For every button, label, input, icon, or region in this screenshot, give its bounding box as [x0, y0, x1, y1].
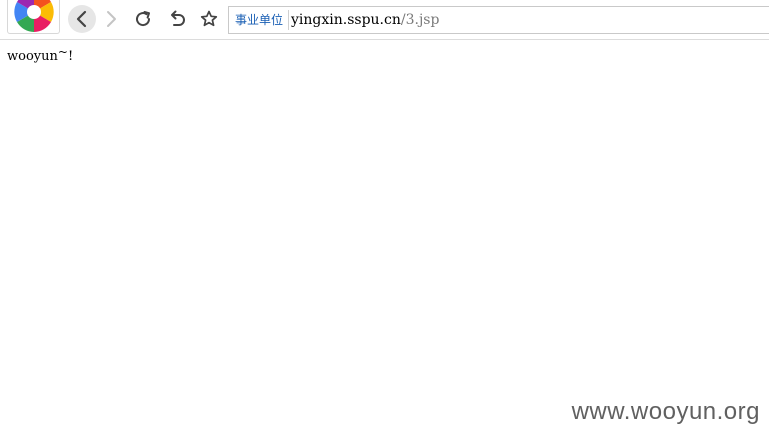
undo-close-tab-button[interactable] [163, 5, 191, 33]
content-word: wooyun [7, 49, 58, 64]
forward-button[interactable] [97, 5, 125, 33]
url-path: /3.jsp [400, 12, 440, 28]
content-tilde: ~ [57, 45, 68, 59]
url-host: yingxin.sspu.cn [291, 12, 401, 28]
chevron-right-icon [107, 11, 116, 27]
undo-icon [171, 10, 185, 26]
address-bar[interactable]: 事业单位 yingxin.sspu.cn/3.jsp [228, 6, 769, 34]
page-content-text: wooyun~! [7, 45, 74, 64]
address-separator [288, 10, 289, 30]
reload-icon [136, 11, 151, 27]
cert-badge[interactable]: 事业单位 [235, 12, 283, 28]
chevron-left-icon [76, 10, 87, 28]
browser-toolbar: 事业单位 yingxin.sspu.cn/3.jsp [0, 0, 769, 40]
reload-button[interactable] [129, 5, 157, 33]
url-text[interactable]: yingxin.sspu.cn/3.jsp [291, 11, 439, 29]
favorite-button[interactable] [195, 5, 223, 33]
browser-window: 事业单位 yingxin.sspu.cn/3.jsp wooyun~! www.… [0, 0, 769, 441]
watermark: www.wooyun.org [571, 398, 760, 425]
back-button[interactable] [68, 5, 96, 33]
content-exclamation: ! [67, 49, 74, 64]
star-icon [200, 10, 218, 27]
browser-logo-icon[interactable] [7, 0, 60, 34]
